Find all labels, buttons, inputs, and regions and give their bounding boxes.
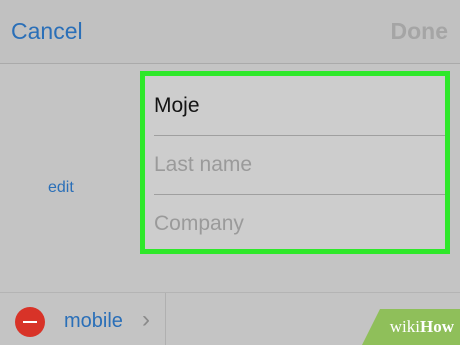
edit-photo-link[interactable]: edit [48,179,74,197]
last-name-row [145,135,445,194]
first-name-field[interactable] [154,93,445,118]
company-field[interactable] [154,211,445,236]
field-divider [165,293,166,345]
watermark-wiki-text: wiki [389,317,420,336]
edit-contact-screen: Cancel Done edit mobile › wikiHow [0,0,460,345]
company-row [145,194,445,253]
phone-label-button[interactable]: mobile [64,310,123,333]
chevron-right-icon[interactable]: › [142,307,150,333]
cancel-button[interactable]: Cancel [11,17,83,45]
watermark-how-text: How [420,317,454,336]
done-button[interactable]: Done [391,17,449,45]
minus-circle-icon[interactable] [15,307,45,337]
navigation-bar: Cancel Done [0,0,460,64]
first-name-row [145,76,445,135]
name-fields-card [140,71,450,254]
last-name-field[interactable] [154,152,445,177]
